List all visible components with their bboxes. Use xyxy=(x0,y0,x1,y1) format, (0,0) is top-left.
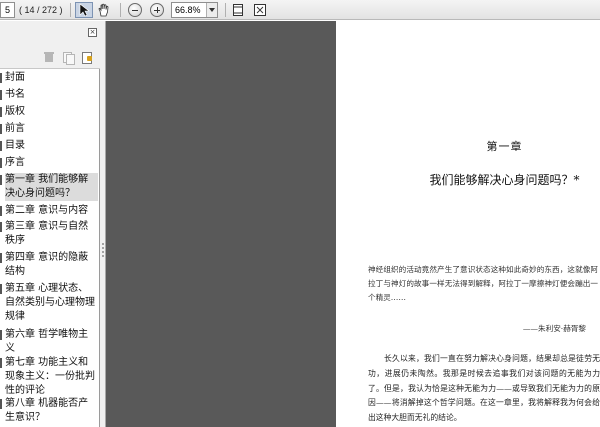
bookmark-marker xyxy=(0,124,2,134)
chevron-down-icon xyxy=(206,3,217,17)
hand-tool-button[interactable] xyxy=(95,2,113,18)
bookmark-options-icon[interactable] xyxy=(81,51,93,64)
minus-icon xyxy=(128,3,142,17)
bookmark-marker xyxy=(0,90,2,100)
body-paragraph: 长久以来，我们一直在努力解决心身问题，结果却总是徒劳无功，进展仍未陶然。我那是时… xyxy=(368,354,600,423)
zoom-value: 66.8% xyxy=(175,5,201,15)
zoom-out-button[interactable] xyxy=(126,2,144,18)
bookmark-label: 第七章 功能主义和现象主义：一份批判性的评论 xyxy=(5,357,95,396)
fit-page-icon xyxy=(233,4,243,16)
bookmark-marker xyxy=(0,158,2,168)
splitter-grip xyxy=(102,243,104,245)
fit-width-icon xyxy=(254,4,266,16)
bookmark-label: 版权 xyxy=(5,106,25,117)
document-page: 第一章 我们能够解决心身问题吗？* 神经组织的活动竟然产生了意识状态这种如此奇妙… xyxy=(336,21,600,427)
bookmark-marker xyxy=(0,206,2,216)
bookmark-label: 第八章 机器能否产生意识？ xyxy=(5,398,89,423)
bookmark-marker xyxy=(0,253,2,263)
zoom-in-button[interactable] xyxy=(148,2,166,18)
bookmarks-panel-header: × xyxy=(0,21,100,69)
bookmark-label: 目录 xyxy=(5,140,25,151)
bookmark-label: 封面 xyxy=(5,72,25,83)
bookmark-marker xyxy=(0,222,2,232)
select-tool-button[interactable] xyxy=(75,2,93,18)
plus-icon xyxy=(150,3,164,17)
chapter-label: 第一章 xyxy=(486,140,523,153)
zoom-select[interactable]: 66.8% xyxy=(171,2,218,18)
toolbar: 5 ( 14 / 272 ) 66.8% xyxy=(0,0,600,20)
page-number-input[interactable]: 5 xyxy=(0,2,15,18)
bookmark-label: 第六章 哲学唯物主义 xyxy=(5,329,89,354)
splitter-grip xyxy=(102,255,104,257)
bookmark-marker xyxy=(0,175,2,185)
bookmark-label: 前言 xyxy=(5,123,25,134)
toolbar-divider xyxy=(70,3,71,17)
bookmark-label: 书名 xyxy=(5,89,25,100)
fit-page-button[interactable] xyxy=(229,2,247,18)
close-icon[interactable]: × xyxy=(88,28,97,37)
toolbar-divider xyxy=(225,3,226,17)
bookmark-marker xyxy=(0,73,2,83)
bookmark-label: 第一章 我们能够解决心身问题吗？ xyxy=(5,173,98,201)
hand-icon xyxy=(98,3,109,17)
document-view[interactable]: 第一章 我们能够解决心身问题吗？* 神经组织的活动竟然产生了意识状态这种如此奇妙… xyxy=(106,21,600,427)
bookmark-marker xyxy=(0,330,2,340)
bookmark-marker xyxy=(0,399,2,409)
bookmark-marker xyxy=(0,107,2,117)
chapter-title: 我们能够解决心身问题吗？* xyxy=(429,173,580,187)
splitter-grip xyxy=(102,251,104,253)
cursor-arrow-icon xyxy=(79,3,90,17)
splitter-grip xyxy=(102,247,104,249)
expand-bookmark-icon[interactable] xyxy=(62,51,75,65)
bookmark-label: 第三章 意识与自然秩序 xyxy=(5,221,89,246)
epigraph: 神经组织的活动竟然产生了意识状态这种如此奇妙的东西，这就像阿拉丁与神灯的故事一样… xyxy=(368,265,598,302)
bookmarks-panel: × 封面 书名 版权 前言 目录 序言 第一章 我们能够解决心身问题吗？ 第二章… xyxy=(0,21,100,427)
fit-width-button[interactable] xyxy=(251,2,269,18)
page-count: ( 14 / 272 ) xyxy=(19,5,63,15)
bookmark-marker xyxy=(0,284,2,294)
toolbar-divider xyxy=(120,3,121,17)
bookmark-marker xyxy=(0,141,2,151)
bookmark-label: 第四章 意识的隐蔽结构 xyxy=(5,252,89,277)
bookmark-label: 第五章 心理状态、自然类别与心理物理规律 xyxy=(5,283,95,322)
bookmark-label: 序言 xyxy=(5,157,25,168)
bookmark-label: 第二章 意识与内容 xyxy=(5,205,89,216)
delete-bookmark-icon[interactable] xyxy=(43,51,55,63)
epigraph-attribution: ——朱利安·赫胥黎 xyxy=(522,324,586,333)
bookmark-marker xyxy=(0,358,2,368)
